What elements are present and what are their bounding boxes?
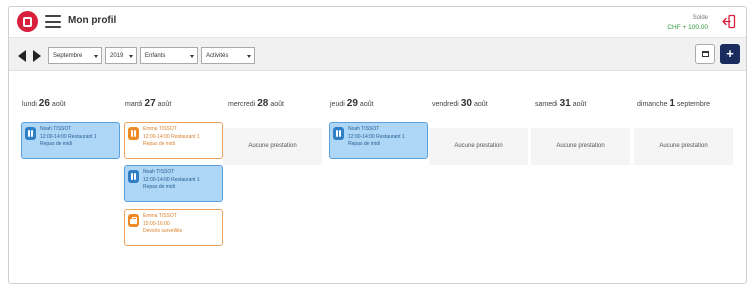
event-child-name: Emma TISSOT: [143, 213, 177, 219]
cutlery-icon: [128, 170, 139, 183]
prev-arrow-icon[interactable]: [18, 50, 26, 62]
event-type: Repas de midi: [40, 141, 72, 147]
event-time: 12:00-14:00 Restaurant 1: [40, 133, 97, 140]
schoolbag-icon: [128, 214, 139, 227]
calendar-button[interactable]: [695, 44, 715, 64]
chevron-down-icon: [94, 55, 98, 58]
add-button[interactable]: +: [720, 44, 740, 64]
event-time: 15:00-16:00: [143, 220, 170, 227]
day-header-saturday: samedi 31 août: [535, 98, 587, 109]
empty-cell-sunday: Aucune prestation: [634, 128, 733, 165]
empty-cell-wednesday: Aucune prestation: [223, 128, 322, 165]
event-child-name: Emma TISSOT: [143, 126, 177, 132]
year-select-value: 2019: [110, 53, 124, 59]
event-time: 12:00-14:00 Restaurant 1: [143, 133, 200, 140]
event-type: Repas de midi: [143, 141, 175, 147]
day-header-thursday: jeudi 29 août: [330, 98, 374, 109]
event-card[interactable]: Noah TISSOT 12:00-14:00 Restaurant 1 Rep…: [21, 122, 120, 159]
empty-cell-friday: Aucune prestation: [429, 128, 528, 165]
year-select[interactable]: 2019: [105, 47, 137, 64]
day-header-wednesday: mercredi 28 août: [228, 98, 284, 109]
activities-select[interactable]: Activités: [201, 47, 255, 64]
month-select-value: Septembre: [53, 53, 83, 59]
cutlery-icon: [333, 127, 344, 140]
chevron-down-icon: [247, 55, 251, 58]
event-type: Devoirs surveillés: [143, 228, 183, 234]
event-child-name: Noah TISSOT: [40, 126, 72, 132]
balance: Solde CHF + 100.00: [667, 14, 708, 32]
menu-icon[interactable]: [45, 15, 61, 28]
balance-label: Solde: [692, 15, 708, 21]
top-bar: Mon profil Solde CHF + 100.00: [9, 7, 746, 38]
children-select[interactable]: Enfants: [140, 47, 198, 64]
month-select[interactable]: Septembre: [48, 47, 102, 64]
chevron-down-icon: [190, 55, 194, 58]
plus-icon: +: [726, 46, 734, 61]
logout-icon[interactable]: [722, 14, 736, 29]
calendar-toolbar: Septembre 2019 Enfants Activités +: [9, 38, 746, 71]
chevron-down-icon: [129, 55, 133, 58]
day-header-monday: lundi 26 août: [22, 98, 66, 109]
event-time: 12:00-14:00 Restaurant 1: [348, 133, 405, 140]
day-header-friday: vendredi 30 août: [432, 98, 488, 109]
event-card[interactable]: Noah TISSOT 12:00-14:00 Restaurant 1 Rep…: [124, 165, 223, 202]
app-logo-icon[interactable]: [17, 11, 38, 32]
next-arrow-icon[interactable]: [33, 50, 41, 62]
page-title: Mon profil: [68, 15, 117, 26]
day-header-sunday: dimanche 1 septembre: [637, 98, 710, 109]
event-type: Repas de midi: [143, 184, 175, 190]
app-window: Mon profil Solde CHF + 100.00 Septembre …: [8, 6, 747, 284]
event-time: 12:00-14:00 Restaurant 1: [143, 176, 200, 183]
event-type: Repas de midi: [348, 141, 380, 147]
day-header-tuesday: mardi 27 août: [125, 98, 172, 109]
activities-select-value: Activités: [206, 53, 229, 59]
event-child-name: Noah TISSOT: [348, 126, 380, 132]
event-card[interactable]: Noah TISSOT 12:00-14:00 Restaurant 1 Rep…: [329, 122, 428, 159]
balance-value: CHF + 100.00: [667, 24, 708, 31]
calendar-icon: [702, 51, 709, 57]
children-select-value: Enfants: [145, 53, 166, 59]
cutlery-icon: [128, 127, 139, 140]
event-child-name: Noah TISSOT: [143, 169, 175, 175]
cutlery-icon: [25, 127, 36, 140]
event-card[interactable]: Emma TISSOT 12:00-14:00 Restaurant 1 Rep…: [124, 122, 223, 159]
event-card[interactable]: Emma TISSOT 15:00-16:00 Devoirs surveill…: [124, 209, 223, 246]
empty-cell-saturday: Aucune prestation: [531, 128, 630, 165]
